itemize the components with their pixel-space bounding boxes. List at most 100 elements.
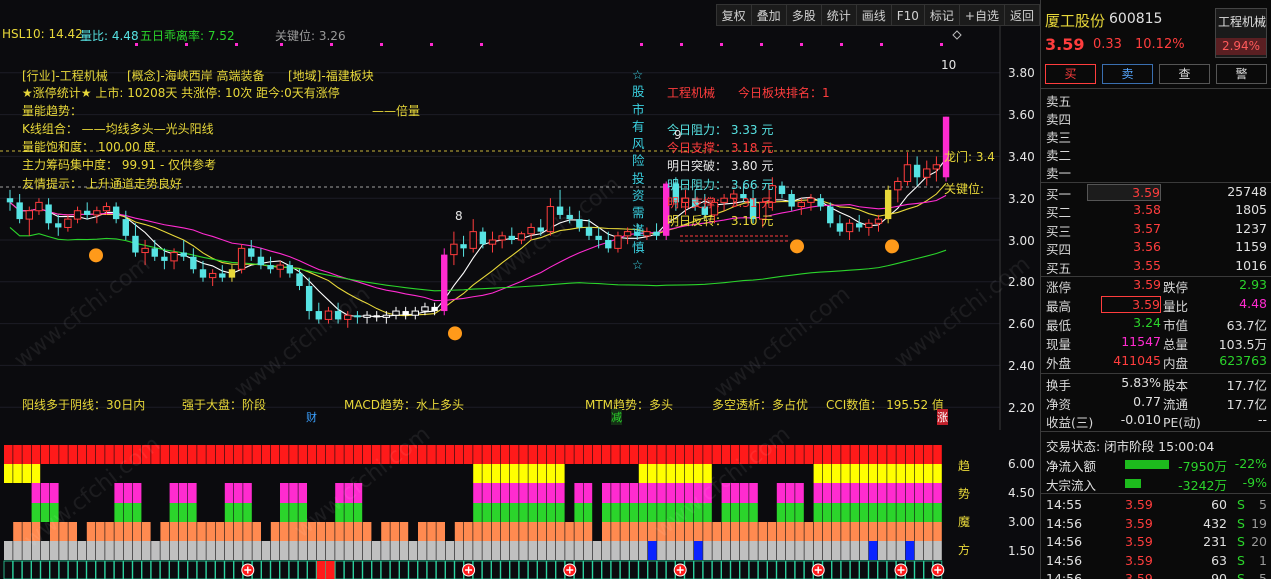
trend-cube-block [482,541,491,560]
trend-cube-block [602,445,611,464]
query-button[interactable]: 查 [1159,64,1210,84]
trend-cube-base [491,560,501,579]
trend-cube-block [648,445,657,464]
add-watchlist-button[interactable]: +自选 [959,4,1005,26]
trend-cube-block [160,522,169,541]
trend-cube-block [832,445,841,464]
trend-cube-block [611,522,620,541]
trend-cube-base [362,560,372,579]
trend-cube-block [22,464,31,483]
trend-cube-base [776,560,786,579]
trend-cube-block [280,503,289,522]
trend-cube-block [353,522,363,541]
candle-body [469,231,477,249]
trend-cube-base [380,560,391,579]
trend-cube-block [638,464,648,483]
buy-signal-icon [89,248,103,263]
finance-marker[interactable]: 财 [306,409,317,425]
trend-cube-block [924,522,933,541]
trend-cube-block [96,445,105,464]
trend-cube-block [896,503,905,522]
trend-cube-block [206,445,215,464]
trend-cube-base [426,560,437,579]
stat-value: 2.93 [1239,277,1267,292]
yang-more-label: 阳线多于阴线：30日内 [22,398,146,412]
tick-count: 5 [1259,497,1267,512]
stat-value: -- [1257,412,1267,428]
trend-cube-block [178,541,188,560]
trend-cube-base [132,560,142,579]
limitup-marker[interactable]: 涨 [937,409,948,425]
trend-cube-block [933,445,942,464]
kline-chart[interactable] [0,0,1040,430]
industry-label: [行业]-工程机械 [22,69,108,83]
trend-cube-block [740,483,749,503]
back-button[interactable]: 返回 [1004,4,1040,26]
candle-body [595,235,602,240]
draw-line-button[interactable]: 画线 [856,4,892,26]
fuquan-button[interactable]: 复权 [715,4,752,26]
chart-area[interactable]: 复权 叠加 多股 统计 画线 F10 标记 +自选 返回 HSL10: 14.4… [0,0,1040,579]
trend-cube-block [31,483,41,503]
candle-body [903,164,912,182]
buy-level-label: 买二 [1046,205,1072,221]
trend-cube-block [500,483,510,503]
candle-body [102,206,111,212]
multi-stock-button[interactable]: 多股 [786,4,822,26]
trend-cube-block [776,483,786,503]
trend-cube-base [114,560,124,579]
trend-cube-block [22,445,31,464]
trend-cube-block [546,464,556,483]
trend-cube-block [546,445,556,464]
trend-cube-block [602,503,611,522]
trend-cube-base [914,560,924,579]
statistics-button[interactable]: 统计 [821,4,857,26]
candle-body [460,244,467,249]
sell-button[interactable]: 卖 [1102,64,1153,84]
trend-cube-block [344,541,353,560]
reduce-marker[interactable]: 减 [611,409,622,425]
friendly-tip-label: 友情提示： 上升通道走势良好 [22,177,182,191]
trend-cube-block [850,522,859,541]
alert-button[interactable]: 警 [1216,64,1267,84]
flow-label: 净流入额 [1046,459,1097,474]
trend-cube-block [767,541,777,560]
f10-button[interactable]: F10 [891,4,925,26]
trend-cube-block [234,503,243,522]
candle-body [199,269,207,278]
trend-cube-block [786,541,795,560]
signal-dot [680,43,683,46]
trend-cube-block [280,522,289,541]
trend-cube-base [389,560,400,579]
trend-cube-base [326,561,335,579]
candle-body [267,265,274,270]
trend-cube-block [868,445,878,464]
candle-body [305,285,313,312]
tick-count: 1 [1259,552,1267,568]
trend-cube-block [832,522,841,541]
trend-cube-block [473,522,482,541]
candle-body [894,180,902,191]
overlay-button[interactable]: 叠加 [751,4,787,26]
trend-cube-block [224,445,234,464]
chip-concentration-label: 主力筹码集中度： 99.91 - 仅供参考 [22,158,217,172]
candle-body [402,311,409,316]
concept-label: [概念]-海峡西岸 高端装备 [127,69,265,83]
trend-cube-chart[interactable] [0,440,1040,579]
tick-direction: S [1237,534,1245,550]
trend-cube-char: 势 [958,487,971,501]
trend-cube-block [583,522,593,541]
trend-cube-block [362,522,372,541]
trend-cube-block [868,503,878,522]
trend-cube-block [491,445,501,464]
candle-body [441,254,448,312]
trend-cube-block [611,503,620,522]
candle-body [122,219,129,236]
trend-cube-block [786,522,795,541]
sector-box[interactable]: 工程机械 2.94% [1215,8,1267,58]
trend-cube-block [335,445,344,464]
buy-button[interactable]: 买 [1045,64,1096,84]
mark-button[interactable]: 标记 [924,4,960,26]
trend-cube-block [86,522,96,541]
trend-cube-block [850,445,859,464]
